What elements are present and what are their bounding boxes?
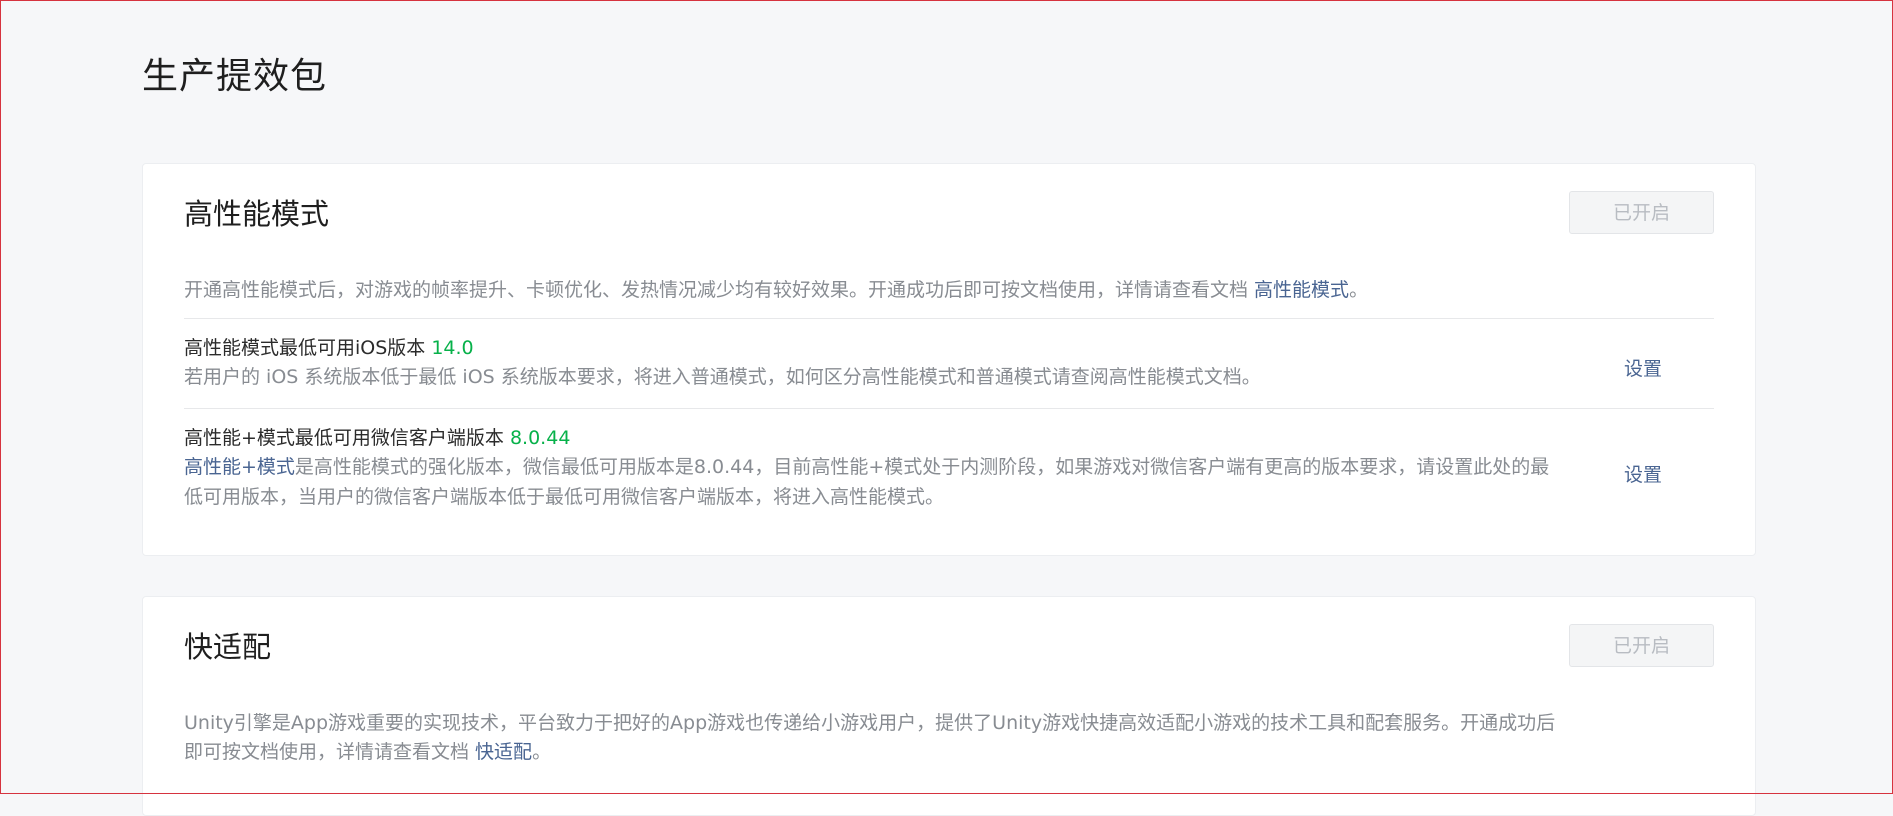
divider bbox=[184, 408, 1714, 409]
quick-adapt-title: 快适配 bbox=[184, 630, 272, 664]
ios-min-version-desc: 若用户的 iOS 系统版本低于最低 iOS 系统版本要求，将进入普通模式，如何区… bbox=[184, 366, 1261, 388]
high-performance-plus-link[interactable]: 高性能+模式 bbox=[184, 456, 295, 478]
quick-adapt-description: Unity引擎是App游戏重要的实现技术，平台致力于把好的App游戏也传递给小游… bbox=[184, 709, 1574, 767]
high-performance-doc-link[interactable]: 高性能模式 bbox=[1254, 279, 1349, 301]
quick-adapt-desc-text: Unity引擎是App游戏重要的实现技术，平台致力于把好的App游戏也传递给小游… bbox=[184, 712, 1556, 763]
quick-adapt-card: 快适配 已开启 Unity引擎是App游戏重要的实现技术，平台致力于把好的App… bbox=[142, 596, 1756, 816]
quick-adapt-doc-link[interactable]: 快适配 bbox=[475, 741, 532, 763]
wechat-min-version-title: 高性能+模式最低可用微信客户端版本 8.0.44 bbox=[184, 424, 1714, 452]
high-performance-desc-text: 开通高性能模式后，对游戏的帧率提升、卡顿优化、发热情况减少均有较好效果。开通成功… bbox=[184, 279, 1255, 301]
high-performance-desc-end: 。 bbox=[1349, 279, 1369, 301]
wechat-min-version-desc: 高性能+模式是高性能模式的强化版本，微信最低可用版本是8.0.44，目前高性能+… bbox=[184, 452, 1564, 512]
wechat-min-version-desc-text: 是高性能模式的强化版本，微信最低可用版本是8.0.44，目前高性能+模式处于内测… bbox=[184, 456, 1550, 508]
high-performance-card: 高性能模式 已开启 开通高性能模式后，对游戏的帧率提升、卡顿优化、发热情况减少均… bbox=[142, 163, 1756, 556]
ios-min-version-label: 高性能模式最低可用iOS版本 bbox=[184, 337, 432, 359]
wechat-min-version-settings-link[interactable]: 设置 bbox=[1624, 460, 1662, 487]
ios-min-version-settings-link[interactable]: 设置 bbox=[1624, 354, 1662, 381]
ios-min-version-value: 14.0 bbox=[431, 337, 474, 359]
quick-adapt-desc-end: 。 bbox=[532, 741, 552, 763]
high-performance-title: 高性能模式 bbox=[184, 197, 330, 231]
high-performance-status-button[interactable]: 已开启 bbox=[1569, 191, 1714, 234]
quick-adapt-status-button[interactable]: 已开启 bbox=[1569, 624, 1714, 667]
wechat-min-version-value: 8.0.44 bbox=[509, 427, 571, 449]
wechat-min-version-row: 高性能+模式最低可用微信客户端版本 8.0.44 高性能+模式是高性能模式的强化… bbox=[184, 424, 1714, 534]
wechat-min-version-label: 高性能+模式最低可用微信客户端版本 bbox=[184, 427, 510, 449]
ios-min-version-title: 高性能模式最低可用iOS版本 14.0 bbox=[184, 334, 1714, 362]
page-title: 生产提效包 bbox=[142, 56, 328, 97]
divider bbox=[184, 318, 1714, 319]
ios-min-version-row: 高性能模式最低可用iOS版本 14.0 若用户的 iOS 系统版本低于最低 iO… bbox=[184, 334, 1714, 404]
high-performance-description: 开通高性能模式后，对游戏的帧率提升、卡顿优化、发热情况减少均有较好效果。开通成功… bbox=[184, 276, 1714, 305]
